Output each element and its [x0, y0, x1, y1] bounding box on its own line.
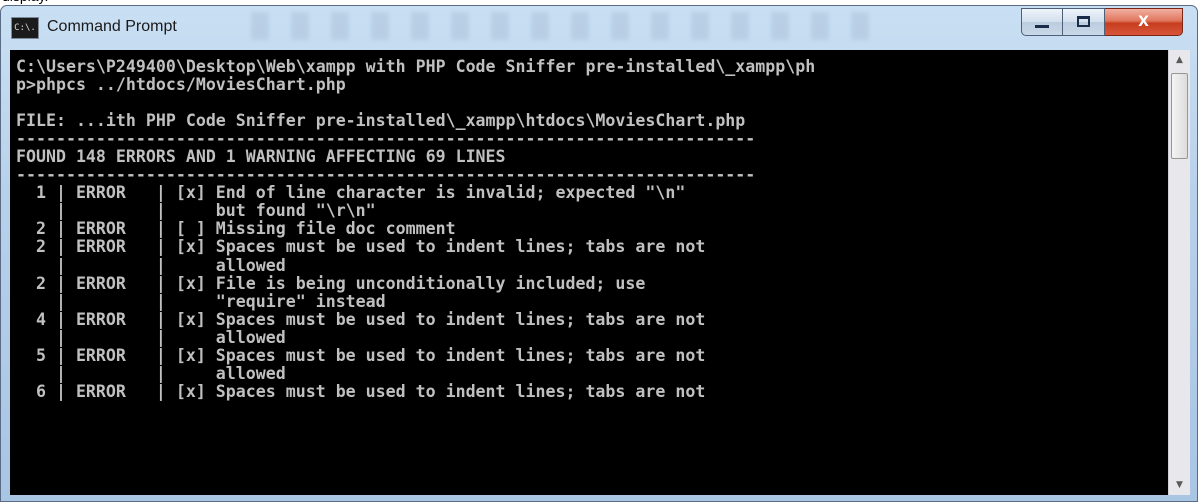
command-prompt-window: C:\. Command Prompt X C:\Users\P249400\D… [0, 5, 1198, 502]
scrollbar-thumb[interactable] [1171, 73, 1188, 159]
console-line: | | but found "\r\n" [16, 201, 376, 221]
clipped-text: display. [2, 0, 48, 4]
console-line: | | allowed [16, 327, 286, 347]
console-line: FOUND 148 ERRORS AND 1 WARNING AFFECTING… [16, 147, 506, 167]
console-line: 1 | ERROR | [x] End of line character is… [16, 183, 686, 203]
console-line: | | allowed [16, 363, 286, 383]
console-line: 2 | ERROR | [ ] Missing file doc comment [16, 219, 456, 239]
scroll-up-arrow-icon[interactable]: ▲ [1169, 50, 1190, 70]
console-line: ----------------------------------------… [16, 129, 756, 149]
maximize-button[interactable] [1063, 8, 1105, 36]
console-output-area[interactable]: C:\Users\P249400\Desktop\Web\xampp with … [10, 50, 1168, 495]
minimize-icon [1035, 25, 1049, 28]
console-text: C:\Users\P249400\Desktop\Web\xampp with … [10, 50, 1168, 401]
console-line: 5 | ERROR | [x] Spaces must be used to i… [16, 345, 706, 365]
maximize-icon [1077, 16, 1090, 27]
close-icon: X [1138, 14, 1149, 30]
console-line: 4 | ERROR | [x] Spaces must be used to i… [16, 309, 706, 329]
close-button[interactable]: X [1105, 8, 1183, 36]
title-bar[interactable]: C:\. Command Prompt X [1, 6, 1197, 51]
scroll-down-arrow-icon[interactable]: ▼ [1169, 475, 1190, 495]
console-line: 2 | ERROR | [x] Spaces must be used to i… [16, 237, 706, 257]
console-line: | | "require" instead [16, 291, 386, 311]
console-line: 6 | ERROR | [x] Spaces must be used to i… [16, 381, 706, 401]
console-line: p>phpcs ../htdocs/MoviesChart.php [16, 75, 346, 95]
window-title: Command Prompt [47, 18, 177, 35]
console-line: C:\Users\P249400\Desktop\Web\xampp with … [16, 57, 816, 76]
title-bar-background-ghost [251, 12, 871, 40]
console-line: | | allowed [16, 255, 286, 275]
cmd-app-icon[interactable]: C:\. [11, 17, 39, 39]
vertical-scrollbar[interactable]: ▲ ▼ [1168, 50, 1190, 495]
console-line: ----------------------------------------… [16, 165, 756, 185]
console-line: 2 | ERROR | [x] File is being unconditio… [16, 273, 646, 293]
minimize-button[interactable] [1021, 8, 1063, 36]
console-line: FILE: ...ith PHP Code Sniffer pre-instal… [16, 111, 746, 131]
